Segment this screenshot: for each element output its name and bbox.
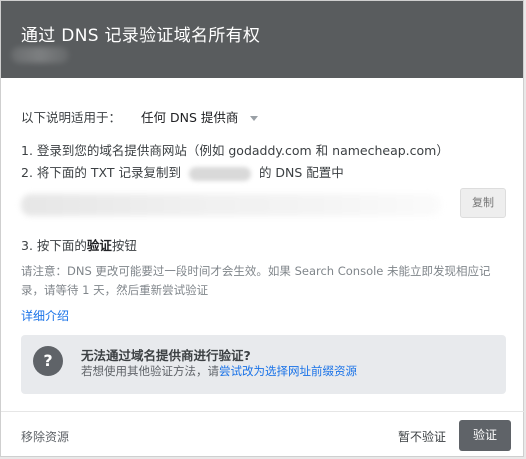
help-icon: ?	[33, 346, 63, 376]
skip-verify-button[interactable]: 暂不验证	[398, 428, 446, 445]
help-box: ? 无法通过域名提供商进行验证? 若想使用其他验证方法，请尝试改为选择网址前缀资…	[21, 335, 506, 394]
propagation-note: 请注意：DNS 更改可能要过一段时间才会生效。如果 Search Console…	[21, 262, 501, 300]
applies-to-row: 以下说明适用于： 任何 DNS 提供商	[21, 107, 259, 126]
step-3: 3. 按下面的验证按钮	[21, 235, 137, 254]
note-line-2: 录，请等待 1 天，然后重新尝试验证	[21, 283, 209, 297]
dialog-title: 通过 DNS 记录验证域名所有权	[21, 26, 261, 46]
help-text: 若想使用其他验证方法，请尝试改为选择网址前缀资源	[81, 363, 357, 379]
redacted-domain-blur	[11, 47, 69, 63]
step-2-prefix: 2. 将下面的 TXT 记录复制到	[21, 165, 181, 180]
step-1: 1. 登录到您的域名提供商网站（例如 godaddy.com 和 nameche…	[21, 143, 449, 158]
remove-property-button[interactable]: 移除资源	[21, 428, 69, 445]
step-2: 2. 将下面的 TXT 记录复制到 的 DNS 配置中	[21, 162, 344, 181]
provider-select-value: 任何 DNS 提供商	[141, 110, 239, 125]
learn-more-link[interactable]: 详细介绍	[21, 307, 69, 324]
help-title: 无法通过域名提供商进行验证?	[81, 348, 251, 363]
redacted-domain-blur	[188, 166, 251, 181]
copy-button[interactable]: 复制	[460, 188, 506, 218]
note-line-1: 请注意：DNS 更改可能要过一段时间才会生效。如果 Search Console…	[21, 264, 491, 278]
step-3-suffix: 按钮	[111, 238, 137, 253]
provider-select[interactable]: 任何 DNS 提供商	[141, 110, 259, 125]
step-3-bold: 验证	[86, 238, 112, 253]
verify-button[interactable]: 验证	[459, 420, 511, 451]
dialog-header: 通过 DNS 记录验证域名所有权	[1, 1, 523, 78]
verify-dns-dialog: 通过 DNS 记录验证域名所有权 以下说明适用于： 任何 DNS 提供商 1. …	[0, 0, 525, 457]
url-prefix-property-link[interactable]: 尝试改为选择网址前缀资源	[219, 364, 357, 378]
txt-record-value[interactable]	[21, 194, 441, 216]
footer-divider	[1, 411, 525, 412]
step-2-suffix: 的 DNS 配置中	[258, 165, 344, 180]
help-text-prefix: 若想使用其他验证方法，请	[81, 364, 219, 378]
step-3-prefix: 3. 按下面的	[21, 238, 87, 253]
chevron-down-icon	[250, 116, 259, 121]
applies-to-label: 以下说明适用于：	[21, 110, 122, 125]
